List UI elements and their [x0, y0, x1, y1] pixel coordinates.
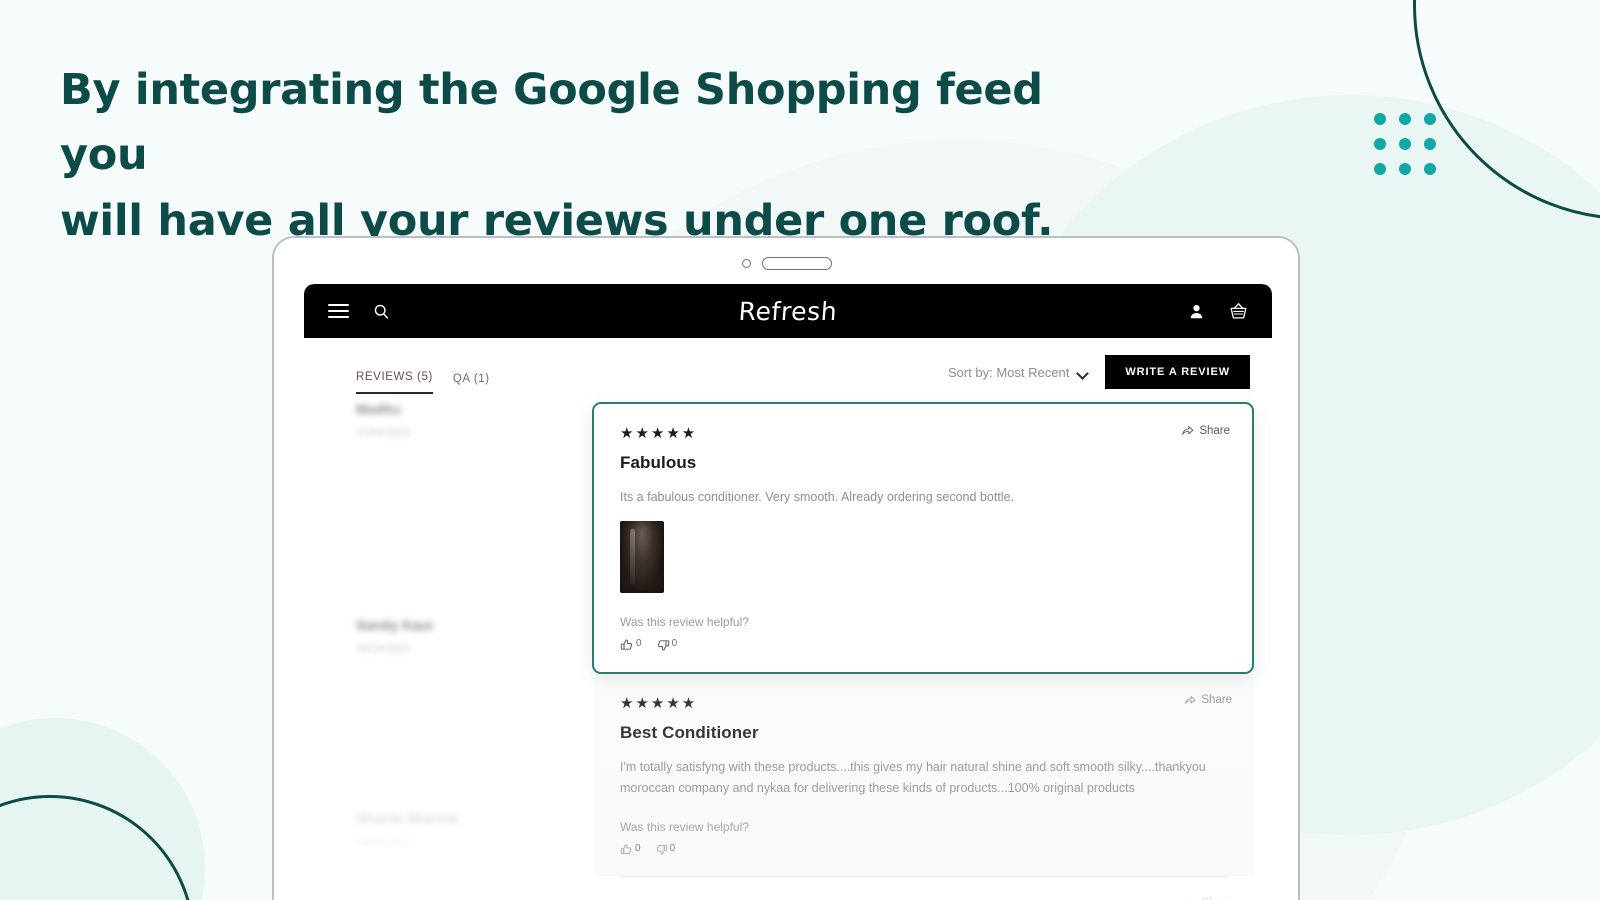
tab-qa[interactable]: QA (1): [453, 373, 490, 394]
thumbs-up-button[interactable]: 0: [620, 843, 641, 856]
review-title: Fabulous: [620, 453, 697, 472]
reviews-toolbar: REVIEWS (5) QA (1) Sort by: Most Recent …: [304, 338, 1272, 394]
review-list: Share ★★★★★ Fabulous Its a fabulous cond…: [592, 402, 1254, 900]
helpful-prompt: Was this review helpful?: [620, 615, 749, 630]
star-rating: ★★★★★: [620, 425, 698, 442]
share-button[interactable]: Share: [1184, 694, 1232, 706]
decorative-circle-outline-top-right: [1413, 0, 1600, 220]
headline-line-1: By integrating the Google Shopping feed …: [60, 65, 1043, 181]
thumbs-down-button[interactable]: 0: [656, 638, 678, 652]
reviews-tabs: REVIEWS (5) QA (1): [356, 371, 490, 394]
helpful-prompt: Was this review helpful?: [620, 819, 749, 834]
page-headline: By integrating the Google Shopping feed …: [60, 58, 1120, 254]
share-button[interactable]: Share: [1181, 424, 1230, 437]
reviewer-date: 03/02/2021: [356, 836, 412, 848]
background-blob-bottom-left: [0, 718, 205, 900]
thumbs-up-count: 0: [635, 842, 641, 854]
search-icon[interactable]: [369, 299, 393, 323]
basket-icon[interactable]: [1226, 299, 1250, 323]
hamburger-icon[interactable]: [326, 299, 350, 323]
write-review-button[interactable]: WRITE A REVIEW: [1105, 355, 1250, 389]
speaker-grille: [762, 257, 832, 270]
review-title: Best Conditioner: [620, 723, 759, 743]
review-body: I'm totally satisfyng with these product…: [620, 760, 1206, 795]
reviews-page: REVIEWS (5) QA (1) Sort by: Most Recent …: [304, 338, 1272, 900]
review-body: Its a fabulous conditioner. Very smooth.…: [620, 490, 1014, 504]
decorative-dot-grid: [1374, 113, 1436, 175]
slide-canvas: By integrating the Google Shopping feed …: [0, 0, 1600, 900]
review-card-highlighted: Share ★★★★★ Fabulous Its a fabulous cond…: [592, 402, 1254, 675]
thumbs-down-count: 0: [671, 638, 678, 650]
laptop-bezel: [274, 238, 1298, 284]
vote-controls: 0 0: [620, 638, 1224, 652]
thumbs-down-count: 0: [669, 842, 676, 854]
laptop-mockup: Refresh REVIEWS (5) QA (1) Sort by: Most…: [272, 236, 1300, 900]
tab-reviews[interactable]: REVIEWS (5): [356, 371, 433, 394]
chevron-down-icon: [1078, 369, 1089, 376]
review-photo[interactable]: [620, 521, 664, 594]
reviewer-entry: Madhu 07/04/2022: [356, 402, 566, 618]
sort-label: Sort by: Most Recent: [947, 364, 1070, 380]
vote-controls: 0 0: [620, 843, 1226, 856]
reviewer-name: Sandy Kaur: [356, 618, 435, 633]
reviewer-date: 07/04/2022: [356, 427, 412, 439]
review-card: Share ★★★★☆ Smoothest conditioner ever: [594, 877, 1254, 900]
user-icon[interactable]: [1184, 299, 1208, 323]
share-label: Share: [1199, 424, 1230, 437]
site-header: Refresh: [304, 284, 1272, 338]
star-rating: ★★★★★: [620, 695, 698, 713]
camera-icon: [742, 259, 751, 268]
thumbs-up-count: 0: [636, 638, 642, 650]
review-card: Share ★★★★★ Best Conditioner I'm totally…: [594, 674, 1254, 876]
browser-screen: Refresh REVIEWS (5) QA (1) Sort by: Most…: [304, 284, 1272, 900]
reviewer-entry: Shuchi Sharma 03/02/2021: [356, 811, 566, 848]
site-logo[interactable]: Refresh: [304, 297, 1272, 326]
sort-dropdown[interactable]: Sort by: Most Recent: [948, 365, 1089, 380]
reviewer-column: Madhu 07/04/2022 Sandy Kaur 05/14/2021 S…: [356, 402, 566, 848]
decorative-circle-outline-bottom-left: [0, 795, 195, 900]
reviewer-name: Madhu: [356, 402, 401, 417]
thumbs-down-button[interactable]: 0: [655, 842, 676, 856]
thumbs-up-button[interactable]: 0: [620, 638, 642, 652]
reviewer-date: 05/14/2021: [356, 643, 412, 655]
reviewer-name: Shuchi Sharma: [356, 811, 459, 826]
share-label: Share: [1201, 694, 1232, 707]
reviewer-entry: Sandy Kaur 05/14/2021: [356, 618, 566, 811]
